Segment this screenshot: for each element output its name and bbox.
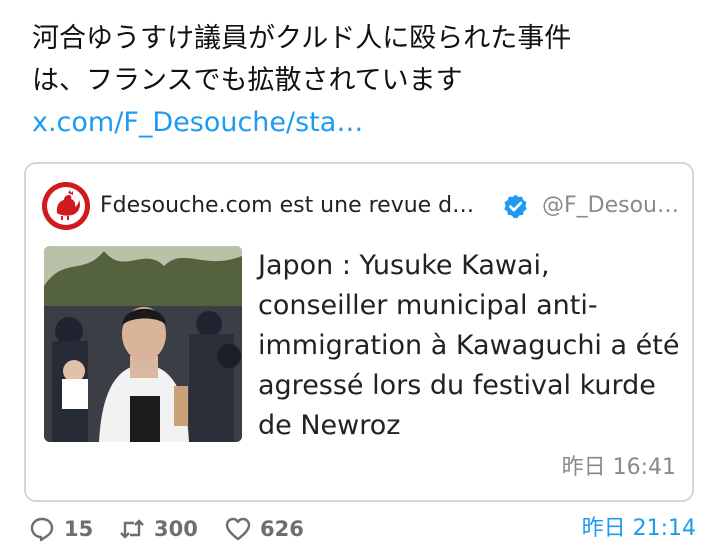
quoted-text-line-4: agressé lors du festival kurde: [258, 370, 656, 401]
quoted-text-line-1: Japon : Yusuke Kawai,: [258, 250, 550, 281]
post-timestamp[interactable]: 昨日 21:14: [582, 513, 696, 545]
like-count: 626: [260, 517, 304, 541]
quoted-timestamp[interactable]: 昨日 16:41: [562, 454, 676, 482]
post-link[interactable]: x.com/F_Desouche/sta…: [32, 102, 692, 144]
post-text-line-2: は、フランスでも拡散されています: [32, 65, 463, 96]
post-text: 河合ゆうすけ議員がクルド人に殴られた事件 は、フランスでも拡散されています x.…: [32, 18, 692, 144]
repost-icon: [120, 519, 144, 539]
verified-badge-icon: [502, 193, 529, 220]
post-text-line-1: 河合ゆうすけ議員がクルド人に殴られた事件: [32, 23, 572, 54]
reply-icon: [30, 517, 54, 542]
quoted-post-photo[interactable]: [44, 246, 242, 442]
quoted-post-card[interactable]: Fdesouche.com est une revue de p… @F_Des…: [24, 162, 694, 502]
quoted-display-name[interactable]: Fdesouche.com est une revue de p…: [100, 192, 486, 220]
quoted-text-line-2: conseiller municipal anti-: [258, 290, 598, 321]
quoted-handle[interactable]: @F_Desou…: [542, 192, 682, 220]
quoted-text-line-3: immigration à Kawaguchi a été: [258, 330, 680, 361]
quoted-post-text: Japon : Yusuke Kawai, conseiller municip…: [258, 246, 680, 446]
repost-count: 300: [154, 517, 198, 541]
quoted-text-line-5: de Newroz: [258, 410, 401, 441]
reply-button[interactable]: 15: [28, 513, 93, 545]
quoted-post-header: Fdesouche.com est une revue de p… @F_Des…: [42, 182, 682, 230]
rooster-logo-icon[interactable]: [42, 182, 90, 230]
action-bar: 15 300 626 昨日 21:14: [24, 513, 696, 545]
reply-count: 15: [64, 517, 94, 541]
heart-icon: [225, 517, 251, 541]
repost-button[interactable]: 300: [118, 513, 198, 545]
like-button[interactable]: 626: [224, 513, 304, 545]
